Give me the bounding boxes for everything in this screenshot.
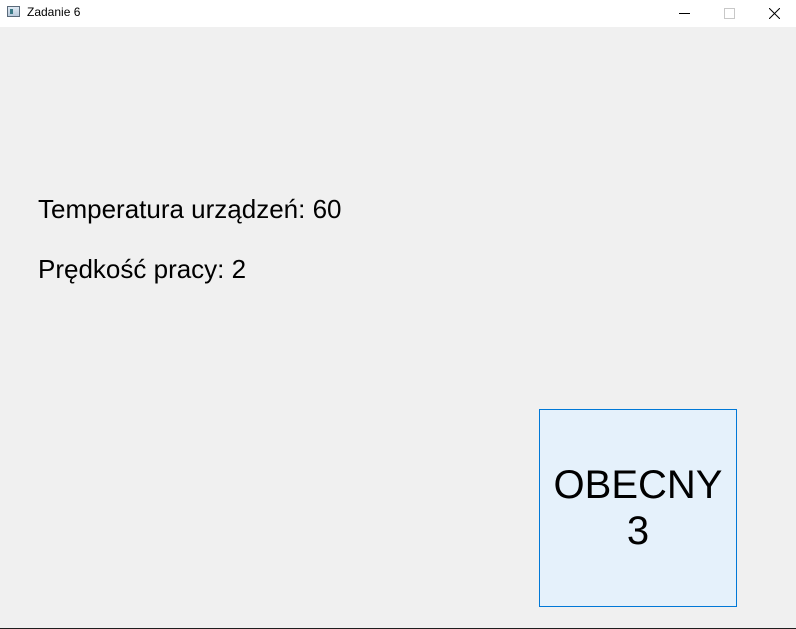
status-button-label: OBECNY (553, 463, 723, 507)
window-title: Zadanie 6 (27, 5, 81, 19)
application-window: Zadanie 6 Temperatura urządzeń: 60 Prędk… (0, 0, 796, 629)
maximize-icon (724, 8, 735, 19)
close-icon (769, 8, 780, 19)
title-bar[interactable]: Zadanie 6 (0, 0, 796, 27)
status-button-value: 3 (626, 509, 650, 553)
maximize-button[interactable] (707, 0, 752, 27)
main-content: Temperatura urządzeń: 60 Prędkość pracy:… (0, 27, 796, 628)
minimize-button[interactable] (662, 0, 707, 27)
status-button[interactable]: OBECNY 3 (539, 409, 737, 607)
speed-label: Prędkość pracy: 2 (38, 254, 247, 284)
temperature-label: Temperatura urządzeń: 60 (38, 194, 342, 224)
minimize-icon (679, 13, 690, 14)
app-window-icon (7, 6, 20, 17)
close-button[interactable] (752, 0, 796, 27)
